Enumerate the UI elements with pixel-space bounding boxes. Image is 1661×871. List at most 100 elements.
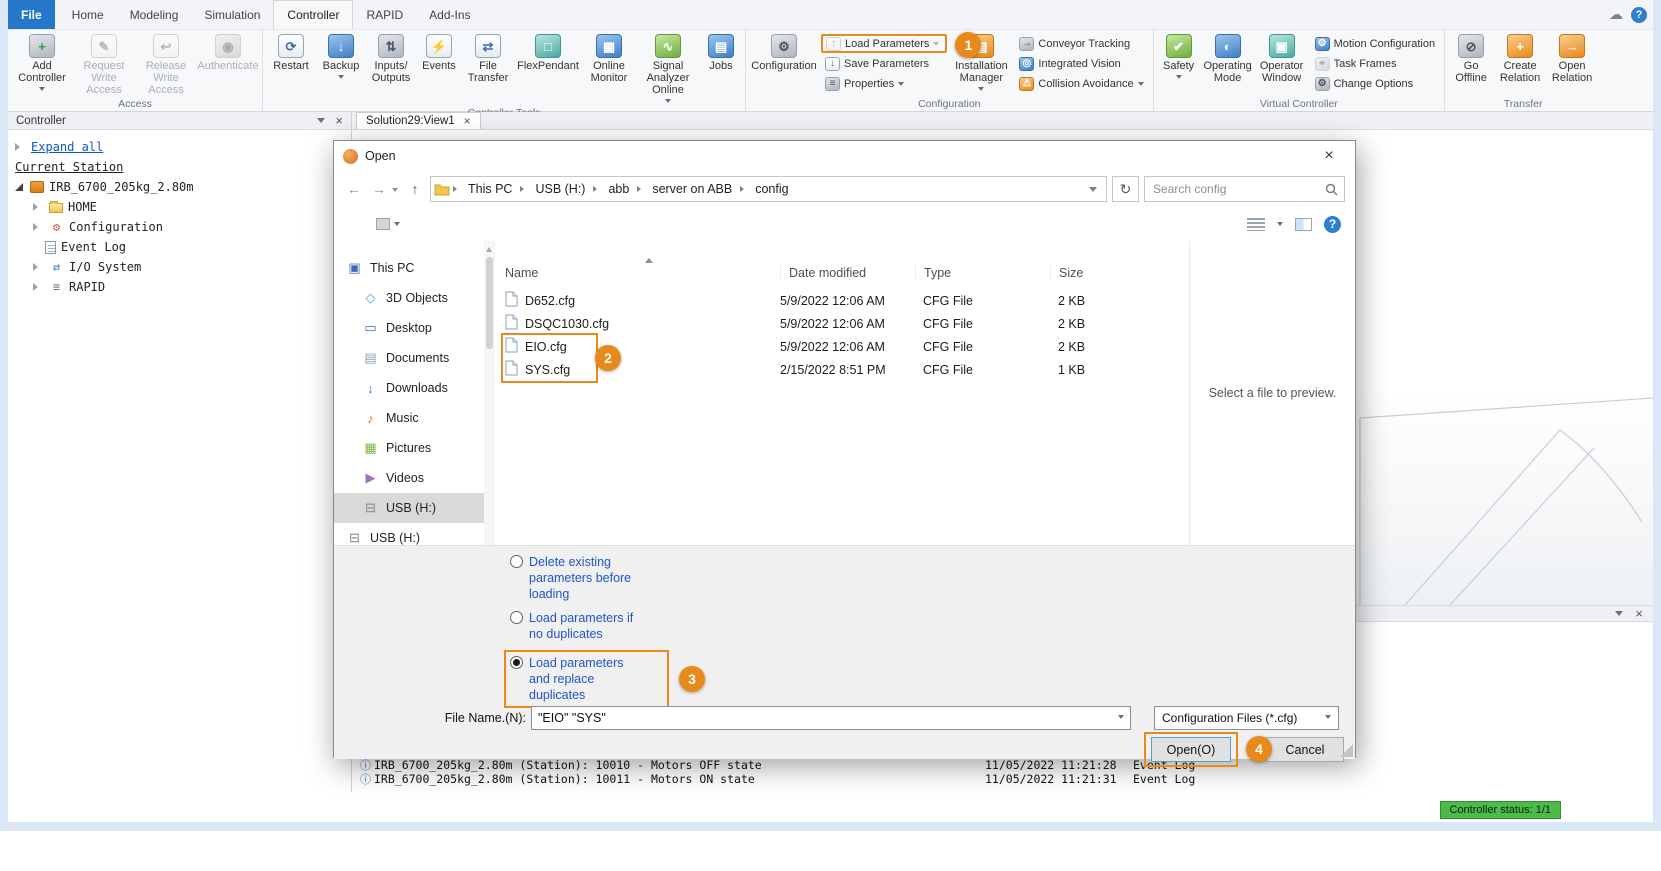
authenticate-button[interactable]: Authenticate [197, 31, 259, 72]
create-relation-button[interactable]: Create Relation [1494, 31, 1546, 84]
nav-this-pc[interactable]: This PC [334, 253, 484, 283]
history-dropdown-icon[interactable] [392, 188, 398, 195]
breadcrumb-usb[interactable]: USB (H:) [530, 182, 590, 196]
operating-mode-button[interactable]: Operating Mode [1201, 31, 1255, 84]
radio-icon[interactable] [510, 555, 523, 568]
tree-node-home[interactable]: HOME [15, 197, 351, 217]
request-write-access-button[interactable]: Request Write Access [73, 31, 135, 96]
task-frames-button[interactable]: Task Frames [1311, 54, 1440, 73]
flexpendant-button[interactable]: FlexPendant [514, 31, 582, 72]
restart-button[interactable]: Restart [266, 31, 316, 72]
search-input[interactable] [1153, 182, 1325, 196]
cancel-button[interactable]: Cancel [1266, 737, 1344, 762]
save-parameters-button[interactable]: Save Parameters [821, 54, 947, 73]
tab-add-ins[interactable]: Add-Ins [416, 0, 483, 29]
release-write-access-button[interactable]: Release Write Access [135, 31, 197, 96]
nav-music[interactable]: Music [334, 403, 484, 433]
nav-videos[interactable]: Videos [334, 463, 484, 493]
tab-solution29-view1[interactable]: Solution29:View1 [356, 112, 481, 129]
preview-pane-icon[interactable] [1295, 218, 1312, 231]
column-size[interactable]: Size [1050, 266, 1160, 280]
forward-button[interactable] [369, 178, 389, 200]
view-options-icon[interactable] [1247, 218, 1265, 231]
tab-rapid[interactable]: RAPID [353, 0, 416, 29]
tab-controller[interactable]: Controller [273, 0, 353, 29]
event-log-row[interactable]: IRB_6700_205kg_2.80m (Station): 10010 - … [360, 758, 1645, 772]
conveyor-tracking-button[interactable]: Conveyor Tracking [1015, 34, 1147, 53]
tree-node-io-system[interactable]: I/O System [15, 257, 351, 277]
tab-simulation[interactable]: Simulation [191, 0, 273, 29]
open-button[interactable]: Open(O) [1151, 737, 1231, 762]
file-transfer-button[interactable]: File Transfer [462, 31, 514, 84]
radio-selected-icon[interactable] [510, 656, 523, 669]
column-date-modified[interactable]: Date modified [780, 266, 915, 280]
breadcrumb-abb[interactable]: abb [603, 182, 634, 196]
organize-button[interactable] [376, 218, 400, 230]
scrollbar-thumb[interactable] [486, 257, 493, 349]
signal-analyzer-online-button[interactable]: Signal Analyzer Online [636, 31, 700, 106]
safety-button[interactable]: Safety [1157, 31, 1201, 82]
breadcrumb[interactable]: This PC USB (H:) abb server on ABB confi… [430, 176, 1107, 202]
collision-avoidance-button[interactable]: Collision Avoidance [1015, 74, 1147, 93]
current-station-label[interactable]: Current Station [15, 160, 123, 174]
help-icon[interactable] [1324, 216, 1341, 233]
events-button[interactable]: Events [416, 31, 462, 72]
expanded-arrow-icon[interactable] [15, 183, 23, 191]
dialog-close-button[interactable] [1312, 147, 1346, 165]
backup-button[interactable]: Backup [316, 31, 366, 82]
back-button[interactable] [344, 178, 364, 200]
dialog-title-bar[interactable]: Open [334, 141, 1355, 171]
column-name[interactable]: Name [505, 266, 780, 280]
nav-pictures[interactable]: Pictures [334, 433, 484, 463]
option-load-and-replace-duplicates[interactable]: Load parameters and replace duplicates 3 [504, 650, 669, 708]
go-offline-button[interactable]: Go Offline [1448, 31, 1494, 84]
nav-downloads[interactable]: Downloads [334, 373, 484, 403]
nav-desktop[interactable]: Desktop [334, 313, 484, 343]
breadcrumb-server-on-abb[interactable]: server on ABB [647, 182, 737, 196]
column-type[interactable]: Type [915, 266, 1050, 280]
jobs-button[interactable]: Jobs [700, 31, 742, 72]
change-options-button[interactable]: Change Options [1311, 74, 1440, 93]
tree-node-robot[interactable]: IRB_6700_205kg_2.80m [15, 177, 351, 197]
breadcrumb-config[interactable]: config [750, 182, 793, 196]
tab-file[interactable]: File [8, 0, 55, 29]
scroll-up-icon[interactable] [486, 244, 492, 252]
tree-node-configuration[interactable]: Configuration [15, 217, 351, 237]
motion-configuration-button[interactable]: Motion Configuration [1311, 34, 1440, 53]
collapse-all-icon[interactable] [15, 143, 24, 151]
radio-icon[interactable] [510, 611, 523, 624]
file-row-dsqc1030[interactable]: DSQC1030.cfg 5/9/2022 12:06 AM CFG File … [505, 312, 1189, 335]
inputs-outputs-button[interactable]: Inputs/ Outputs [366, 31, 416, 84]
panel-menu-icon[interactable] [317, 118, 325, 127]
online-monitor-button[interactable]: Online Monitor [582, 31, 636, 84]
tab-home[interactable]: Home [59, 0, 117, 29]
nav-scrollbar[interactable] [484, 241, 495, 545]
cloud-icon[interactable] [1609, 6, 1623, 23]
collapsed-arrow-icon[interactable] [33, 223, 42, 231]
chevron-down-icon[interactable] [1118, 715, 1124, 722]
chevron-down-icon[interactable] [1277, 222, 1283, 229]
panel-close-icon[interactable] [335, 113, 343, 128]
file-name-input[interactable] [538, 711, 1118, 725]
configuration-button[interactable]: Configuration [749, 31, 819, 72]
add-controller-button[interactable]: Add Controller [11, 31, 73, 94]
breadcrumb-dropdown-icon[interactable] [1089, 187, 1097, 196]
integrated-vision-button[interactable]: Integrated Vision [1015, 54, 1147, 73]
refresh-button[interactable] [1112, 176, 1139, 202]
open-relation-button[interactable]: Open Relation [1546, 31, 1598, 84]
file-type-select[interactable]: Configuration Files (*.cfg) [1154, 706, 1339, 730]
panel-menu-icon[interactable] [1615, 611, 1623, 620]
tab-close-icon[interactable] [464, 114, 471, 128]
up-button[interactable] [405, 178, 425, 200]
nav-3d-objects[interactable]: 3D Objects [334, 283, 484, 313]
help-icon[interactable] [1631, 7, 1647, 23]
operator-window-button[interactable]: Operator Window [1255, 31, 1309, 84]
nav-usb-h-root[interactable]: USB (H:) [334, 523, 484, 545]
resize-grip[interactable] [1340, 744, 1353, 757]
file-row-d652[interactable]: D652.cfg 5/9/2022 12:06 AM CFG File 2 KB [505, 289, 1189, 312]
option-delete-existing-parameters[interactable]: Delete existing parameters before loadin… [510, 554, 669, 602]
breadcrumb-this-pc[interactable]: This PC [463, 182, 517, 196]
nav-documents[interactable]: Documents [334, 343, 484, 373]
expand-all-link[interactable]: Expand all [31, 140, 103, 154]
panel-close-icon[interactable] [1635, 605, 1643, 623]
